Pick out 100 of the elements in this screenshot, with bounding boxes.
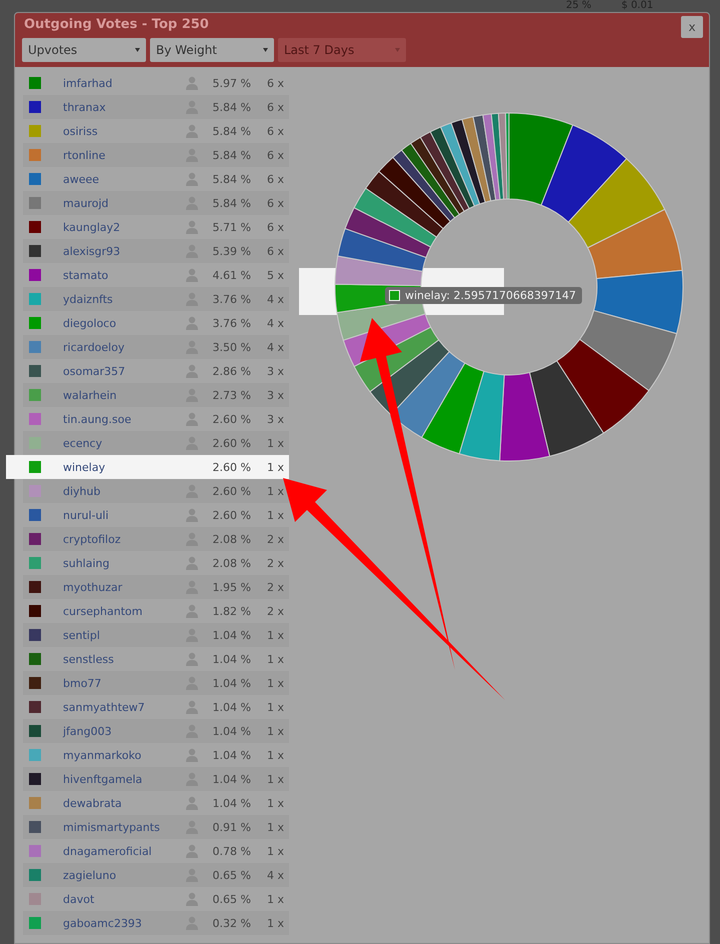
username-link[interactable]: aweee [63,172,185,186]
username-link[interactable]: kaunglay2 [63,220,185,234]
username-link[interactable]: ydaiznfts [63,292,185,306]
table-row[interactable]: osomar357 2.86 % 3 x [23,359,289,383]
username-link[interactable]: bmo77 [63,676,185,690]
table-row[interactable]: diyhub 2.60 % 1 x [23,479,289,503]
donut-slice[interactable] [568,158,666,248]
table-row[interactable]: suhlaing 2.08 % 2 x [23,551,289,575]
username-link[interactable]: zagieluno [63,868,185,882]
table-row[interactable]: aweee 5.84 % 6 x [23,167,289,191]
username-link[interactable]: nurul-uli [63,508,185,522]
username-link[interactable]: ecency [63,436,185,450]
username-link[interactable]: maurojd [63,196,185,210]
donut-slice[interactable] [529,360,604,457]
donut-slice[interactable] [421,362,484,454]
table-row[interactable]: maurojd 5.84 % 6 x [23,191,289,215]
table-row[interactable]: cursephantom 1.82 % 2 x [23,599,289,623]
username-link[interactable]: mimismartypants [63,820,185,834]
username-link[interactable]: alexisgr93 [63,244,185,258]
table-row[interactable]: davot 0.65 % 1 x [23,887,289,911]
username-link[interactable]: imfarhad [63,76,185,90]
table-row[interactable]: osiriss 5.84 % 6 x [23,119,289,143]
user-icon[interactable] [185,124,199,138]
donut-slice[interactable] [450,118,486,204]
username-link[interactable]: cursephantom [63,604,185,618]
username-link[interactable]: gaboamc2393 [63,916,185,930]
table-row[interactable]: tin.aung.soe 2.60 % 3 x [23,407,289,431]
table-row[interactable]: hivenftgamela 1.04 % 1 x [23,767,289,791]
username-link[interactable]: myothuzar [63,580,185,594]
user-icon[interactable] [185,604,199,618]
username-link[interactable]: diyhub [63,484,185,498]
user-icon[interactable] [185,748,199,762]
user-icon[interactable] [185,700,199,714]
table-row[interactable]: myothuzar 1.95 % 2 x [23,575,289,599]
table-row[interactable]: ydaiznfts 3.76 % 4 x [23,287,289,311]
donut-slice[interactable] [365,170,444,238]
donut-slice[interactable] [440,122,480,207]
username-link[interactable]: davot [63,892,185,906]
table-row[interactable]: stamato 4.61 % 5 x [23,263,289,287]
donut-slice[interactable] [378,156,451,230]
table-row[interactable]: kaunglay2 5.71 % 6 x [23,215,289,239]
donut-slice[interactable] [540,124,628,223]
user-icon[interactable] [185,172,199,186]
username-link[interactable]: stamato [63,268,185,282]
user-icon[interactable] [185,268,199,282]
table-row[interactable]: jfang003 1.04 % 1 x [23,719,289,743]
donut-slice[interactable] [458,370,505,462]
table-row[interactable]: bmo77 1.04 % 1 x [23,671,289,695]
donut-slice[interactable] [430,126,475,209]
table-row[interactable]: sentipl 1.04 % 1 x [23,623,289,647]
user-icon[interactable] [185,364,199,378]
close-button[interactable]: x [681,16,703,38]
table-row[interactable]: dewabrata 1.04 % 1 x [23,791,289,815]
username-link[interactable]: walarhein [63,388,185,402]
donut-slice[interactable] [344,207,432,258]
table-row[interactable]: alexisgr93 5.39 % 6 x [23,239,289,263]
user-icon[interactable] [185,412,199,426]
username-link[interactable]: ricardoeloy [63,340,185,354]
username-link[interactable]: thranax [63,100,185,114]
donut-slice[interactable] [556,338,650,434]
table-row[interactable]: myanmarkoko 1.04 % 1 x [23,743,289,767]
table-row[interactable]: thranax 5.84 % 6 x [23,95,289,119]
username-link[interactable]: osomar357 [63,364,185,378]
user-icon[interactable] [185,556,199,570]
filter-dropdown[interactable]: Upvotes [22,38,146,62]
username-link[interactable]: osiriss [63,124,185,138]
filter-dropdown[interactable]: By Weight [150,38,274,62]
donut-slice[interactable] [354,188,438,248]
table-row[interactable]: ecency 2.60 % 1 x [23,431,289,455]
username-link[interactable]: jfang003 [63,724,185,738]
table-row[interactable]: imfarhad 5.97 % 6 x [23,71,289,95]
donut-slice[interactable] [462,116,492,203]
username-link[interactable]: tin.aung.soe [63,412,185,426]
table-row[interactable]: walarhein 2.73 % 3 x [23,383,289,407]
donut-slice[interactable] [508,112,574,206]
username-link[interactable]: myanmarkoko [63,748,185,762]
user-icon[interactable] [185,508,199,522]
username-link[interactable]: senstless [63,652,185,666]
donut-slice[interactable] [579,310,678,392]
table-row[interactable]: winelay 2.60 % 1 x [6,455,289,479]
username-link[interactable]: rtonline [63,148,185,162]
donut-slice[interactable] [392,150,456,222]
user-icon[interactable] [185,652,199,666]
username-link[interactable]: diegoloco [63,316,185,330]
donut-slice[interactable] [420,131,470,212]
username-link[interactable]: dewabrata [63,796,185,810]
username-link[interactable]: dnagameroficial [63,844,185,858]
table-row[interactable]: sanmyathtew7 1.04 % 1 x [23,695,289,719]
user-icon[interactable] [185,316,199,330]
table-row[interactable]: gaboamc2393 0.32 % 1 x [23,911,289,935]
table-row[interactable]: rtonline 5.84 % 6 x [23,143,289,167]
user-icon[interactable] [185,76,199,90]
donut-slice[interactable] [337,228,427,272]
user-icon[interactable] [185,844,199,858]
table-row[interactable]: senstless 1.04 % 1 x [23,647,289,671]
table-row[interactable]: diegoloco 3.76 % 4 x [23,311,289,335]
username-link[interactable]: cryptofiloz [63,532,185,546]
table-row[interactable]: mimismartypants 0.91 % 1 x [23,815,289,839]
username-link[interactable]: sentipl [63,628,185,642]
donut-slice[interactable] [499,372,550,462]
